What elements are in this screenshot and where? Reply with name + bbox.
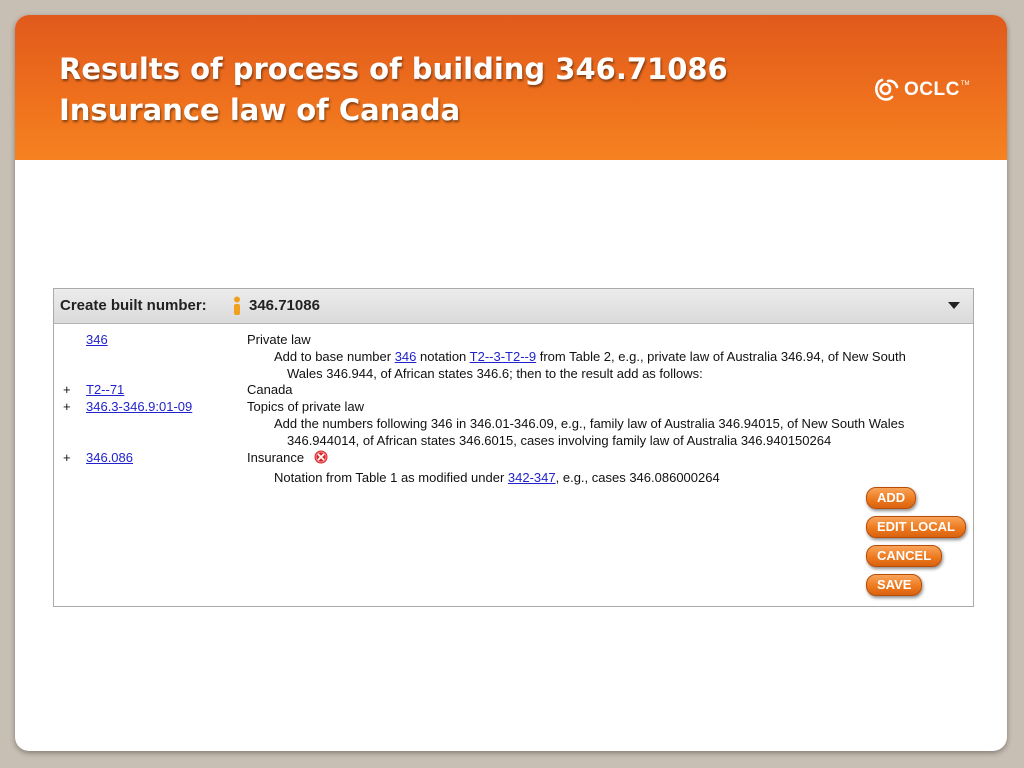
note-text: Add the numbers following 346 in 346.01-… — [274, 416, 905, 431]
oclc-logo: OCLC TM — [873, 75, 970, 105]
built-number-value: 346.71086 — [249, 297, 320, 314]
logo-text: OCLC — [904, 79, 960, 100]
note-text: notation — [416, 349, 470, 364]
slide-title-line2: Insurance law of Canada — [59, 93, 461, 127]
cancel-button[interactable]: CANCEL — [866, 545, 943, 567]
note-text-line2: Wales 346.944, of African states 346.6; … — [287, 366, 703, 381]
row-note: Notation from Table 1 as modified under … — [274, 469, 964, 486]
row-label-insurance: Insurance — [247, 449, 328, 466]
oclc-logo-icon — [875, 78, 899, 101]
row-code-346-086[interactable]: 346.086 — [86, 449, 133, 466]
edit-local-button[interactable]: EDIT LOCAL — [866, 516, 966, 538]
row-code-346-3-346-9[interactable]: 346.3-346.9:01-09 — [86, 398, 192, 415]
note-text: Add to base number — [274, 349, 395, 364]
row-note: Add to base number 346 notation T2--3-T2… — [274, 348, 964, 382]
person-icon — [234, 296, 240, 315]
chevron-down-icon[interactable] — [948, 302, 960, 309]
row-label: Canada — [247, 382, 293, 397]
code-link[interactable]: 346 — [86, 332, 108, 347]
panel-title: Create built number: — [60, 297, 207, 314]
row-label: Topics of private law — [247, 399, 365, 414]
create-built-number-panel: Create built number: 346.71086 346 Priva… — [53, 288, 974, 607]
row-label: Private law — [247, 332, 311, 347]
slide: Results of process of building 346.71086… — [15, 15, 1007, 751]
row-code-346[interactable]: 346 — [86, 331, 108, 348]
note-text: from Table 2, e.g., private law of Austr… — [536, 349, 906, 364]
slide-header: Results of process of building 346.71086… — [15, 15, 1007, 160]
logo-trademark: TM — [960, 81, 970, 87]
panel-header: Create built number: 346.71086 — [54, 289, 973, 324]
expand-icon[interactable]: + — [63, 398, 73, 415]
code-link[interactable]: 346.086 — [86, 450, 133, 465]
code-link[interactable]: 346.3-346.9:01-09 — [86, 399, 192, 414]
note-link[interactable]: 346 — [395, 349, 417, 364]
note-link[interactable]: T2--3-T2--9 — [470, 349, 536, 364]
expand-icon[interactable]: + — [63, 449, 73, 466]
code-link[interactable]: T2--71 — [86, 382, 124, 397]
row-code-t2-71[interactable]: T2--71 — [86, 381, 124, 398]
error-icon[interactable] — [314, 450, 328, 464]
row-label: Insurance — [247, 450, 305, 465]
note-link[interactable]: 342-347 — [508, 470, 556, 485]
note-text-line2: 346.944014, of African states 346.6015, … — [287, 433, 832, 448]
note-text: , e.g., cases 346.086000264 — [555, 470, 720, 485]
slide-title-line1: Results of process of building 346.71086 — [59, 52, 728, 86]
note-text: Notation from Table 1 as modified under — [274, 470, 508, 485]
slide-title: Results of process of building 346.71086… — [59, 49, 728, 131]
add-button[interactable]: ADD — [866, 487, 917, 509]
expand-icon[interactable]: + — [63, 381, 73, 398]
save-button[interactable]: SAVE — [866, 574, 923, 596]
row-note: Add the numbers following 346 in 346.01-… — [274, 415, 964, 449]
